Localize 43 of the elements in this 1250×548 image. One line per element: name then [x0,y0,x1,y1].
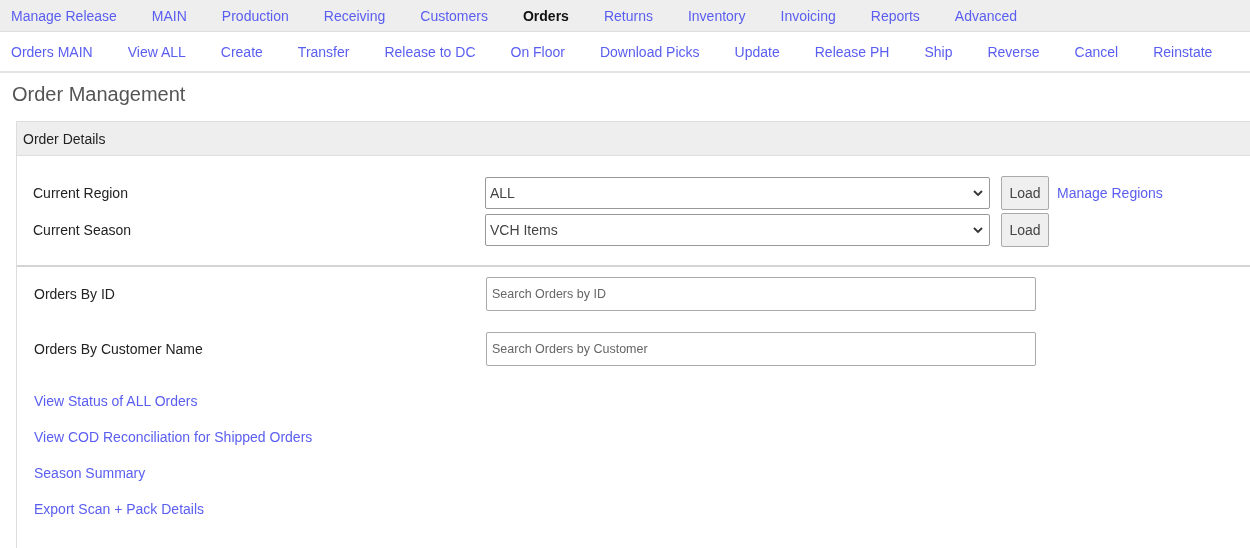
sub-nav-link[interactable]: Release to DC [384,43,476,60]
sub-nav-link[interactable]: Ship [924,43,953,60]
sub-nav-link[interactable]: On Floor [510,43,565,60]
sub-nav-link[interactable]: Reverse [987,43,1040,60]
sub-nav-link[interactable]: Update [734,43,780,60]
sub-nav-link[interactable]: Transfer [297,43,350,60]
field-label: Current Region [33,185,129,201]
nav-tab[interactable]: Returns [603,7,653,24]
nav-tab[interactable]: Advanced [954,7,1018,24]
field-label: Current Season [33,222,133,238]
report-link[interactable]: Export Scan + Pack Details [34,501,205,517]
sub-nav-link[interactable]: Reinstate [1153,43,1213,60]
chevron-down-icon [973,226,983,234]
nav-tab[interactable]: Manage Release [11,7,117,24]
nav-tab[interactable]: MAIN [151,7,187,24]
load-button[interactable]: Load [1001,213,1049,247]
sub-nav-link[interactable]: View ALL [127,43,186,60]
nav-tab[interactable]: Invoicing [780,7,836,24]
sub-nav-link[interactable]: Orders MAIN [11,43,93,60]
report-link[interactable]: View Status of ALL Orders [34,393,198,409]
nav-tab[interactable]: Receiving [323,7,386,24]
sub-nav-link[interactable]: Release PH [814,43,890,60]
nav-tab[interactable]: Orders [522,7,569,24]
dropdown-field[interactable]: ALL [485,177,990,209]
chevron-down-icon [973,189,983,197]
nav-tab[interactable]: Customers [420,7,488,24]
report-link[interactable]: Season Summary [34,465,146,481]
search-field[interactable]: Search Orders by Customer [486,332,1036,366]
manage-regions-link[interactable]: Manage Regions [1057,185,1163,201]
nav-tab[interactable]: Inventory [687,7,746,24]
load-button[interactable]: Load [1001,176,1049,210]
sub-nav-link[interactable]: Cancel [1074,43,1119,60]
sub-nav-link[interactable]: Download Picks [599,43,700,60]
page-title: Order Management [12,83,187,107]
field-label: Orders By ID [34,286,116,302]
panel-title: Order Details [23,130,106,147]
field-label: Orders By Customer Name [34,341,204,357]
search-field[interactable]: Search Orders by ID [486,277,1036,311]
dropdown-field[interactable]: VCH Items [485,214,990,246]
report-link[interactable]: View COD Reconciliation for Shipped Orders [34,429,313,445]
sub-nav-link[interactable]: Create [220,43,263,60]
nav-tab[interactable]: Production [221,7,289,24]
nav-tab[interactable]: Reports [870,7,920,24]
